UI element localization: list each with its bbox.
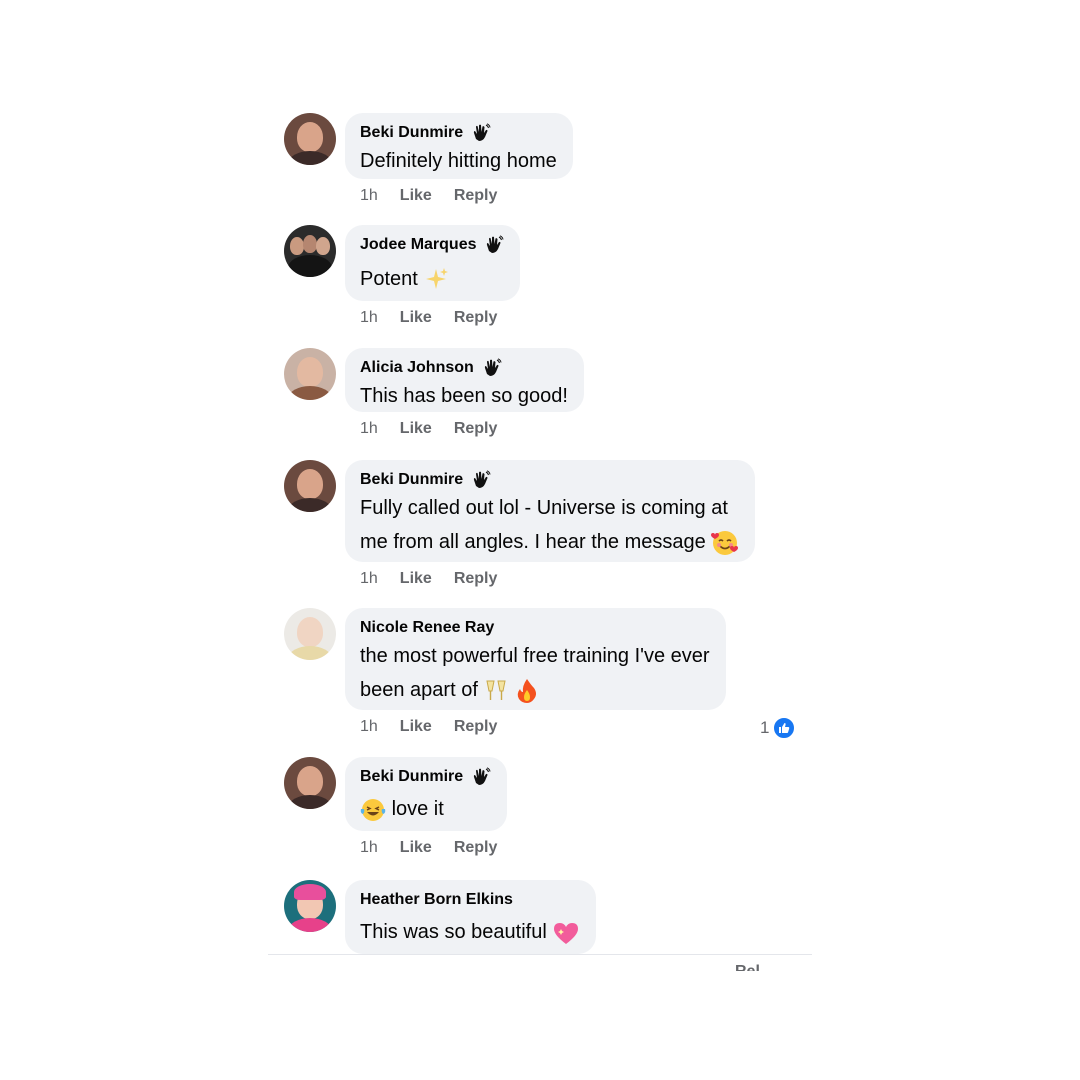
clinking-glasses-icon [486,680,507,700]
comments-feed: Beki Dunmire Definitely hitting home 1h … [0,0,1080,1080]
comment-text-line: the most powerful free training I've eve… [360,645,710,667]
avatar[interactable] [284,608,336,660]
like-button[interactable]: Like [400,570,432,588]
reply-button[interactable]: Reply [454,187,498,205]
reaction-count[interactable]: 1 [760,716,797,740]
like-button[interactable]: Like [400,187,432,205]
comment-bubble: Beki Dunmire Definitely hitting home [345,113,573,179]
avatar[interactable] [284,460,336,512]
reply-button[interactable]: Reply [454,309,498,327]
thumbs-up-icon [772,716,797,740]
avatar[interactable] [284,113,336,165]
comment-text-line: Fully called out lol - Universe is comin… [360,497,728,519]
comment-time[interactable]: 1h [360,187,378,205]
comment-bubble: Beki Dunmire love it [345,757,508,831]
comment-bubble: Heather Born Elkins This was so beautifu… [345,880,597,954]
reply-button[interactable]: Reply [454,420,498,438]
like-button[interactable]: Like [400,839,432,857]
comment-meta: 1h Like Reply [360,187,497,205]
like-button[interactable]: Like [400,420,432,438]
comment-bubble: Nicole Renee Ray the most powerful free … [345,608,726,710]
comment-meta: 1h Like Reply [360,309,497,327]
comment-time[interactable]: 1h [360,420,378,438]
wave-hand-icon [474,123,491,141]
comment-text-line: me from all angles. I hear the message [360,531,706,553]
comment-text: Potent [360,268,418,290]
avatar[interactable] [284,225,336,277]
comment-text: love it [391,798,444,820]
author-name[interactable]: Nicole Renee Ray [360,619,494,637]
wave-hand-icon [487,235,504,253]
author-name[interactable]: Beki Dunmire [360,768,463,786]
comment-meta: 1h Like Reply [360,420,497,438]
sparkling-heart-icon [554,922,579,944]
author-name[interactable]: Beki Dunmire [360,124,463,142]
like-button[interactable]: Like [400,309,432,327]
like-button[interactable]: Like [400,718,432,736]
comment-meta: 1h Like Reply [360,718,497,736]
reply-button[interactable]: Reply [454,839,498,857]
reaction-count-number: 1 [760,718,770,737]
reply-button[interactable]: Reply [454,718,498,736]
comment-time[interactable]: 1h [360,839,378,857]
smiling-face-with-hearts-icon [711,530,739,555]
laughing-tears-icon [360,798,386,821]
author-name[interactable]: Jodee Marques [360,236,476,254]
comment-time[interactable]: 1h [360,309,378,327]
comment-meta: 1h Like Reply [360,839,497,857]
comment-text: Definitely hitting home [360,150,557,172]
avatar[interactable] [284,348,336,400]
wave-hand-icon [474,470,491,488]
comment-text: This has been so good! [360,385,568,407]
sparkles-icon [426,267,449,289]
avatar[interactable] [284,880,336,932]
comment-text: This was so beautiful [360,921,547,943]
wave-hand-icon [484,358,502,376]
reply-button[interactable]: Reply [454,570,498,588]
fire-icon [517,678,536,703]
comment-bubble: Beki Dunmire Fully called out lol - Univ… [345,460,756,562]
author-name[interactable]: Heather Born Elkins [360,891,513,909]
comment-time[interactable]: 1h [360,718,378,736]
author-name[interactable]: Beki Dunmire [360,471,463,489]
comment-time[interactable]: 1h [360,570,378,588]
comment-meta: 1h Like Reply [360,570,497,588]
author-name[interactable]: Alicia Johnson [360,359,474,377]
avatar[interactable] [284,757,336,809]
truncated-link[interactable]: Rel [735,963,760,971]
wave-hand-icon [474,767,491,785]
divider [268,954,812,955]
comment-text-line: been apart of [360,679,478,701]
comment-bubble: Alicia Johnson This has been so good! [345,348,584,412]
comment-bubble: Jodee Marques Potent [345,225,521,301]
